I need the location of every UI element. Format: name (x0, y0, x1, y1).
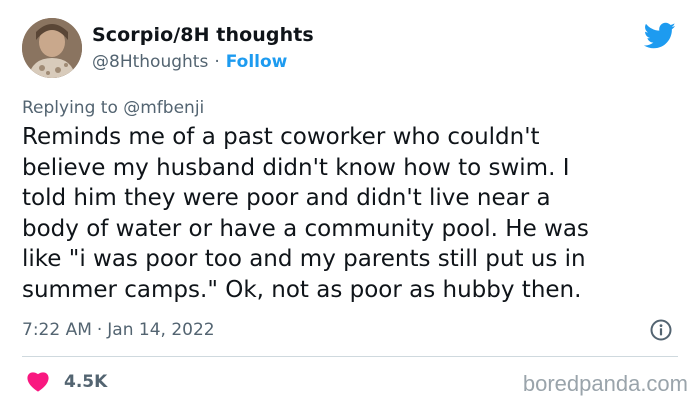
tweet-text-line: told him they were poor and didn't live … (22, 185, 551, 211)
heart-icon[interactable] (26, 370, 50, 392)
avatar-image (22, 18, 82, 78)
tweet-time: 7:22 AM (22, 320, 92, 340)
tweet-text-line: like "i was poor too and my parents stil… (22, 246, 586, 272)
watermark-text: boredpanda.com (522, 371, 688, 396)
divider (22, 356, 678, 357)
info-icon[interactable] (649, 318, 673, 342)
handle-separator: · (214, 52, 220, 72)
tweet-text: Reminds me of a past coworker who couldn… (22, 122, 682, 305)
tweet-text-line: summer camps." Ok, not as poor as hubby … (22, 276, 582, 303)
reply-context: Replying to @mfbenji (22, 96, 204, 120)
twitter-bird-icon[interactable] (644, 22, 676, 50)
reply-prefix: Replying to (22, 98, 118, 118)
tweet-timestamp[interactable]: 7:22 AM · Jan 14, 2022 (22, 318, 215, 342)
author-display-name[interactable]: Scorpio/8H thoughts (92, 22, 314, 48)
tweet-text-line: believe my husband didn't know how to sw… (22, 154, 570, 181)
timestamp-separator: · (96, 320, 103, 340)
author-handle-line: @8Hthoughts · Follow (92, 50, 287, 74)
like-count[interactable]: 4.5K (64, 370, 107, 394)
tweet-text-line: body of water or have a community pool. … (22, 215, 589, 242)
author-handle[interactable]: @8Hthoughts (92, 52, 208, 72)
tweet-card: Scorpio/8H thoughts @8Hthoughts · Follow R… (0, 0, 700, 410)
follow-button[interactable]: Follow (226, 52, 288, 72)
reply-mention-link[interactable]: @mfbenji (123, 98, 204, 118)
tweet-text-line: Reminds me of a past coworker who couldn… (22, 124, 540, 150)
tweet-date: Jan 14, 2022 (107, 320, 215, 340)
author-avatar[interactable] (22, 18, 82, 78)
